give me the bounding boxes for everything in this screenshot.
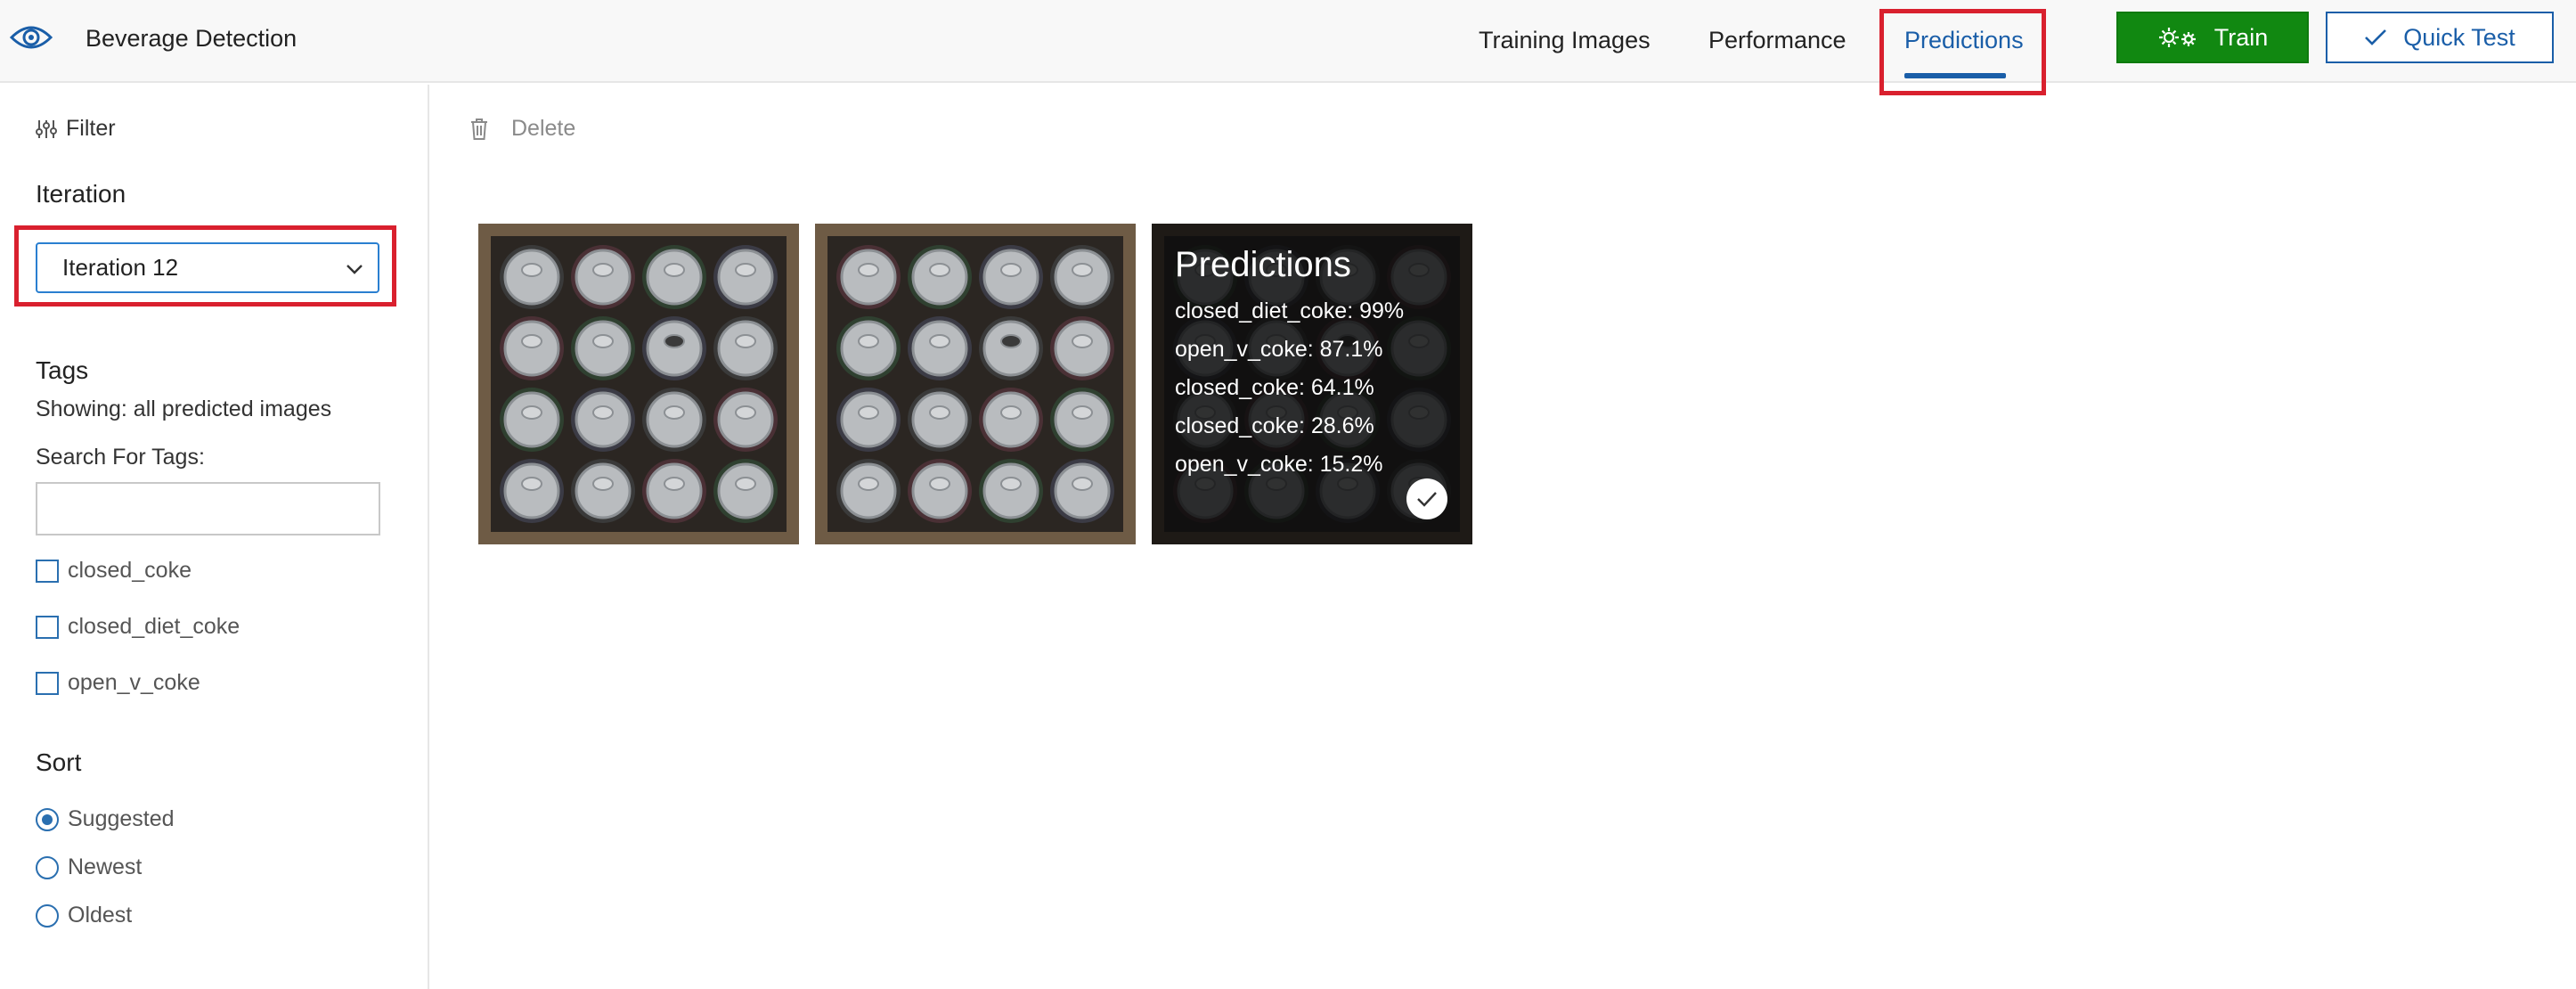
sort-option-label: Newest [68, 854, 143, 879]
select-check-icon[interactable] [1406, 478, 1447, 519]
train-button[interactable]: Train [2116, 12, 2309, 63]
tag-checkbox-closed-coke[interactable]: closed_coke [36, 558, 192, 584]
active-tab-indicator [1904, 73, 2006, 78]
filter-sliders-icon [36, 119, 57, 138]
radio-selected-icon[interactable] [36, 807, 59, 831]
checkbox-icon[interactable] [36, 671, 59, 695]
prediction-line: closed_coke: 28.6% [1175, 413, 1374, 438]
cans-photo [478, 224, 799, 544]
delete-label: Delete [511, 116, 576, 141]
train-label: Train [2213, 23, 2269, 51]
tab-performance[interactable]: Performance [1708, 27, 1846, 54]
tag-checkbox-closed-diet-coke[interactable]: closed_diet_coke [36, 614, 240, 640]
filter-button[interactable]: Filter [36, 116, 116, 142]
search-tags-input[interactable] [36, 482, 380, 535]
top-bar: Beverage Detection Training Images Perfo… [0, 0, 2576, 95]
cans-photo [815, 224, 1136, 544]
checkbox-icon[interactable] [36, 615, 59, 639]
gears-icon [2158, 28, 2196, 47]
sort-heading: Sort [36, 748, 82, 776]
app-title: Beverage Detection [86, 25, 298, 52]
tag-label: closed_diet_coke [68, 614, 240, 639]
checkmark-icon [2365, 29, 2387, 45]
tag-label: open_v_coke [68, 670, 200, 695]
highlight-box-iteration-select [14, 225, 396, 307]
quick-test-button[interactable]: Quick Test [2326, 12, 2554, 63]
sort-option-suggested[interactable]: Suggested [36, 806, 175, 832]
sort-option-label: Oldest [68, 903, 133, 928]
predictions-overlay-title: Predictions [1175, 245, 1351, 284]
sort-option-newest[interactable]: Newest [36, 854, 142, 880]
prediction-line: open_v_coke: 87.1% [1175, 337, 1383, 362]
tags-heading: Tags [36, 356, 89, 384]
search-tags-label: Search For Tags: [36, 445, 205, 470]
iteration-heading: Iteration [36, 180, 126, 208]
radio-icon[interactable] [36, 903, 59, 928]
sort-option-oldest[interactable]: Oldest [36, 903, 132, 928]
prediction-line: open_v_coke: 15.2% [1175, 452, 1383, 477]
predicted-image-thumbnail[interactable] [478, 224, 799, 544]
tag-label: closed_coke [68, 558, 192, 583]
checkbox-icon[interactable] [36, 559, 59, 583]
filter-label: Filter [66, 116, 116, 141]
sort-option-label: Suggested [68, 806, 175, 831]
tag-checkbox-open-v-coke[interactable]: open_v_coke [36, 670, 200, 696]
tab-training-images[interactable]: Training Images [1479, 27, 1651, 54]
predicted-image-thumbnail-hovered[interactable]: Predictions closed_diet_coke: 99% open_v… [1152, 224, 1472, 544]
prediction-line: closed_diet_coke: 99% [1175, 298, 1405, 323]
tab-predictions[interactable]: Predictions [1904, 27, 2024, 54]
predictions-overlay: Predictions closed_diet_coke: 99% open_v… [1152, 224, 1472, 544]
showing-text: Showing: all predicted images [36, 396, 332, 421]
prediction-line: closed_coke: 64.1% [1175, 375, 1374, 400]
radio-icon[interactable] [36, 855, 59, 879]
quick-test-label: Quick Test [2403, 23, 2515, 51]
delete-button[interactable]: Delete [470, 116, 575, 142]
eye-icon[interactable] [9, 20, 53, 55]
predicted-image-thumbnail[interactable] [815, 224, 1136, 544]
sidebar: Filter Iteration Iteration 12 Tags Showi… [0, 85, 429, 989]
trash-icon [471, 118, 487, 140]
